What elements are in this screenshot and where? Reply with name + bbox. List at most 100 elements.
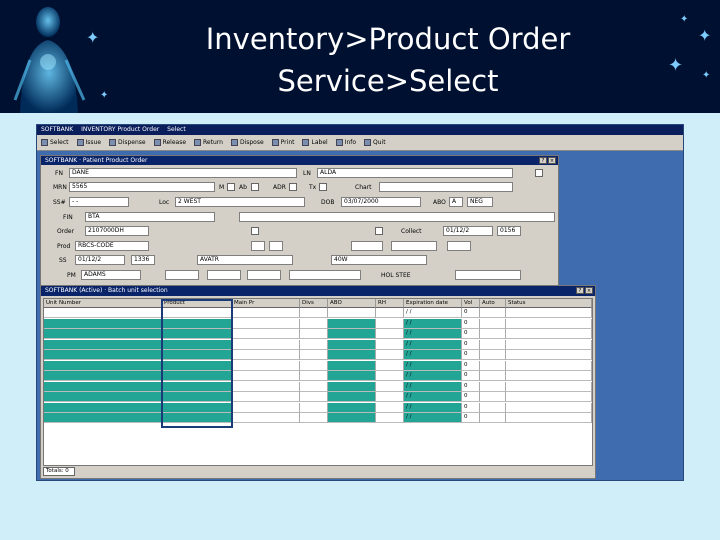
adr-checkbox[interactable] (289, 183, 297, 191)
grid-cell[interactable]: / / (404, 371, 462, 381)
misc-field[interactable] (165, 270, 199, 280)
grid-cell[interactable] (232, 308, 300, 318)
toolbar-dispense-button[interactable]: Dispense (109, 139, 146, 146)
grid-cell[interactable] (300, 413, 328, 423)
grid-cell[interactable]: 0 (462, 360, 480, 371)
grid-cell[interactable] (480, 392, 506, 402)
code-field[interactable] (391, 241, 437, 251)
toolbar-return-button[interactable]: Return (194, 139, 223, 146)
grid-cell[interactable] (44, 318, 162, 329)
column-header[interactable]: Status (506, 299, 592, 308)
grid-cell[interactable] (232, 329, 300, 339)
prod-field[interactable]: RBCS-CODE (75, 241, 149, 251)
column-header[interactable]: Divs (300, 299, 328, 308)
grid-cell[interactable] (480, 350, 506, 360)
grid-cell[interactable]: / / (404, 392, 462, 402)
ward-field[interactable]: AVATR (197, 255, 293, 265)
grid-cell[interactable]: / / (404, 308, 462, 318)
grid-cell[interactable] (376, 339, 404, 350)
code-field[interactable] (447, 241, 471, 251)
flag-checkbox[interactable] (535, 169, 543, 177)
grid-cell[interactable] (376, 329, 404, 339)
grid-cell[interactable]: / / (404, 339, 462, 350)
grid-cell[interactable] (232, 413, 300, 423)
ab-checkbox[interactable] (251, 183, 259, 191)
column-header[interactable]: Main Pr (232, 299, 300, 308)
misc-field[interactable] (207, 270, 241, 280)
grid-cell[interactable] (232, 339, 300, 350)
grid-cell[interactable] (480, 329, 506, 339)
grid-cell[interactable]: 0 (462, 339, 480, 350)
ss-date-field[interactable]: 01/12/2 (75, 255, 125, 265)
grid-cell[interactable] (300, 402, 328, 413)
grid-cell[interactable] (506, 360, 592, 371)
grid-cell[interactable] (232, 381, 300, 392)
close-button[interactable]: × (548, 157, 556, 164)
grid-cell[interactable] (328, 339, 376, 350)
grid-cell[interactable] (506, 392, 592, 402)
ward2-field[interactable]: 40W (331, 255, 427, 265)
grid-cell[interactable] (300, 329, 328, 339)
grid-cell[interactable] (232, 371, 300, 381)
toolbar-issue-button[interactable]: Issue (76, 139, 101, 146)
grid-cell[interactable] (376, 381, 404, 392)
grid-cell[interactable] (300, 318, 328, 329)
close-button[interactable]: × (585, 287, 593, 294)
grid-cell[interactable] (44, 402, 162, 413)
grid-cell[interactable]: / / (404, 360, 462, 371)
grid-cell[interactable] (506, 350, 592, 360)
tx-checkbox[interactable] (319, 183, 327, 191)
grid-cell[interactable] (44, 350, 162, 360)
grid-cell[interactable] (480, 381, 506, 392)
misc-field[interactable] (247, 270, 281, 280)
grid-cell[interactable]: 0 (462, 350, 480, 360)
grid-cell[interactable] (480, 371, 506, 381)
grid-cell[interactable] (376, 308, 404, 318)
grid-cell[interactable] (506, 329, 592, 339)
grid-cell[interactable] (506, 371, 592, 381)
ln-field[interactable]: ALDA (317, 168, 513, 178)
grid-cell[interactable] (376, 402, 404, 413)
grid-cell[interactable] (232, 360, 300, 371)
column-header[interactable]: Unit Number (44, 299, 162, 308)
abo-field[interactable]: A (449, 197, 463, 207)
grid-cell[interactable] (44, 329, 162, 339)
grid-cell[interactable] (328, 350, 376, 360)
grid-cell[interactable] (328, 413, 376, 423)
grid-cell[interactable]: 0 (462, 413, 480, 423)
grid-cell[interactable] (376, 318, 404, 329)
grid-cell[interactable] (300, 350, 328, 360)
grid-cell[interactable] (300, 392, 328, 402)
help-button[interactable]: ? (576, 287, 584, 294)
column-header[interactable]: Auto (480, 299, 506, 308)
grid-cell[interactable] (376, 371, 404, 381)
grid-cell[interactable] (376, 392, 404, 402)
grid-cell[interactable] (300, 381, 328, 392)
ssn-field[interactable]: - - (69, 197, 129, 207)
grid-cell[interactable] (376, 350, 404, 360)
grid-cell[interactable] (328, 308, 376, 318)
grid-cell[interactable]: 0 (462, 392, 480, 402)
grid-cell[interactable]: / / (404, 381, 462, 392)
grid-cell[interactable]: / / (404, 329, 462, 339)
grid-cell[interactable] (300, 308, 328, 318)
hol-field[interactable] (455, 270, 521, 280)
toolbar-dispose-button[interactable]: Dispose (230, 139, 264, 146)
fin-field[interactable]: BTA (85, 212, 215, 222)
qty-field[interactable] (251, 241, 265, 251)
grid-cell[interactable] (506, 413, 592, 423)
grid-cell[interactable] (300, 360, 328, 371)
grid-cell[interactable] (506, 318, 592, 329)
grid-cell[interactable]: / / (404, 413, 462, 423)
grid-cell[interactable] (300, 371, 328, 381)
help-button[interactable]: ? (539, 157, 547, 164)
toolbar-select-button[interactable]: Select (41, 139, 69, 146)
grid-cell[interactable]: 0 (462, 381, 480, 392)
collect-date-field[interactable]: 01/12/2 (443, 226, 493, 236)
grid-cell[interactable]: 0 (462, 371, 480, 381)
qty-field[interactable] (269, 241, 283, 251)
pm-field[interactable]: ADAMS (81, 270, 141, 280)
grid-cell[interactable]: / / (404, 318, 462, 329)
grid-cell[interactable] (44, 308, 162, 318)
grid-cell[interactable] (44, 413, 162, 423)
